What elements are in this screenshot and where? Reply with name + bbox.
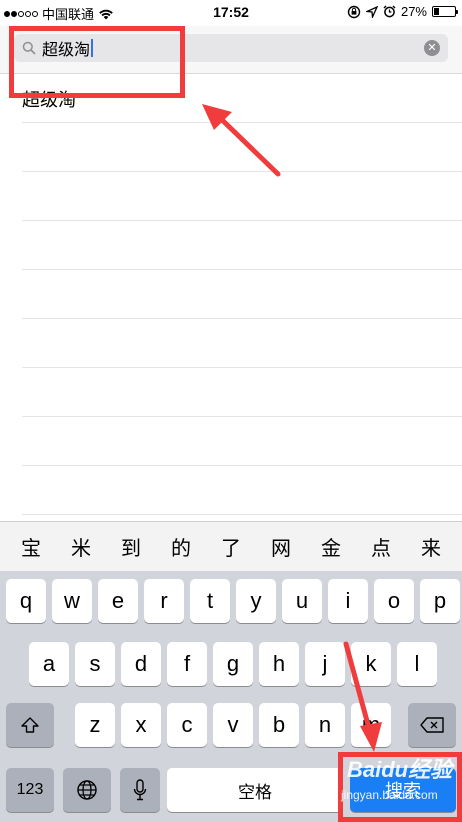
key-s[interactable]: s xyxy=(75,642,115,686)
candidate-bar: 宝米到的了网金点来 xyxy=(0,521,462,571)
location-arrow-icon xyxy=(365,5,378,18)
candidate-word[interactable]: 网 xyxy=(261,532,301,561)
key-r[interactable]: r xyxy=(144,579,184,623)
key-d[interactable]: d xyxy=(121,642,161,686)
suggestion-list: 超级淘 xyxy=(0,74,462,515)
microphone-icon xyxy=(133,779,147,801)
shift-key[interactable] xyxy=(6,703,54,747)
key-u[interactable]: u xyxy=(282,579,322,623)
annotation-box-search xyxy=(9,26,185,98)
candidate-word[interactable]: 金 xyxy=(311,532,351,561)
globe-icon xyxy=(77,780,97,800)
key-h[interactable]: h xyxy=(259,642,299,686)
delete-key[interactable] xyxy=(408,703,456,747)
suggestion-row[interactable] xyxy=(22,368,462,417)
candidate-word[interactable]: 点 xyxy=(361,532,401,561)
clear-icon[interactable]: ✕ xyxy=(424,40,440,56)
status-right: 27% xyxy=(347,4,458,19)
key-y[interactable]: y xyxy=(236,579,276,623)
candidate-word[interactable]: 的 xyxy=(161,532,201,561)
suggestion-row[interactable] xyxy=(22,319,462,368)
key-t[interactable]: t xyxy=(190,579,230,623)
key-e[interactable]: e xyxy=(98,579,138,623)
battery-icon xyxy=(432,6,458,17)
key-f[interactable]: f xyxy=(167,642,207,686)
status-left: 中国联通 xyxy=(4,4,114,23)
globe-key[interactable] xyxy=(63,768,111,812)
numbers-key[interactable]: 123 xyxy=(6,768,54,812)
key-m[interactable]: m xyxy=(351,703,391,747)
key-v[interactable]: v xyxy=(213,703,253,747)
suggestion-row[interactable] xyxy=(22,417,462,466)
key-g[interactable]: g xyxy=(213,642,253,686)
key-c[interactable]: c xyxy=(167,703,207,747)
candidate-word[interactable]: 米 xyxy=(61,532,101,561)
candidate-word[interactable]: 到 xyxy=(111,532,151,561)
suggestion-row[interactable] xyxy=(22,221,462,270)
carrier-name: 中国联通 xyxy=(42,7,95,22)
shift-arrow-icon xyxy=(21,717,39,733)
candidate-word[interactable]: 来 xyxy=(411,532,451,561)
key-a[interactable]: a xyxy=(29,642,69,686)
key-k[interactable]: k xyxy=(351,642,391,686)
candidate-word[interactable]: 宝 xyxy=(11,532,51,561)
status-bar: 中国联通 17:52 27% xyxy=(0,0,462,26)
key-i[interactable]: i xyxy=(328,579,368,623)
battery-percent: 27% xyxy=(400,4,427,19)
suggestion-row[interactable] xyxy=(22,270,462,319)
orientation-lock-icon xyxy=(347,5,361,18)
key-j[interactable]: j xyxy=(305,642,345,686)
alarm-clock-icon xyxy=(383,5,396,18)
key-w[interactable]: w xyxy=(52,579,92,623)
key-z[interactable]: z xyxy=(75,703,115,747)
key-l[interactable]: l xyxy=(397,642,437,686)
annotation-box-search-key xyxy=(338,752,462,822)
key-o[interactable]: o xyxy=(374,579,414,623)
suggestion-row[interactable] xyxy=(22,172,462,221)
wifi-icon xyxy=(99,9,113,19)
signal-strength-icon xyxy=(4,10,38,17)
space-key[interactable]: 空格 xyxy=(167,768,343,812)
key-p[interactable]: p xyxy=(420,579,460,623)
dictation-key[interactable] xyxy=(120,768,160,812)
key-q[interactable]: q xyxy=(6,579,46,623)
key-b[interactable]: b xyxy=(259,703,299,747)
suggestion-row[interactable] xyxy=(22,466,462,515)
key-x[interactable]: x xyxy=(121,703,161,747)
suggestion-row[interactable] xyxy=(22,123,462,172)
backspace-icon xyxy=(420,717,444,733)
candidate-word[interactable]: 了 xyxy=(211,532,251,561)
key-n[interactable]: n xyxy=(305,703,345,747)
